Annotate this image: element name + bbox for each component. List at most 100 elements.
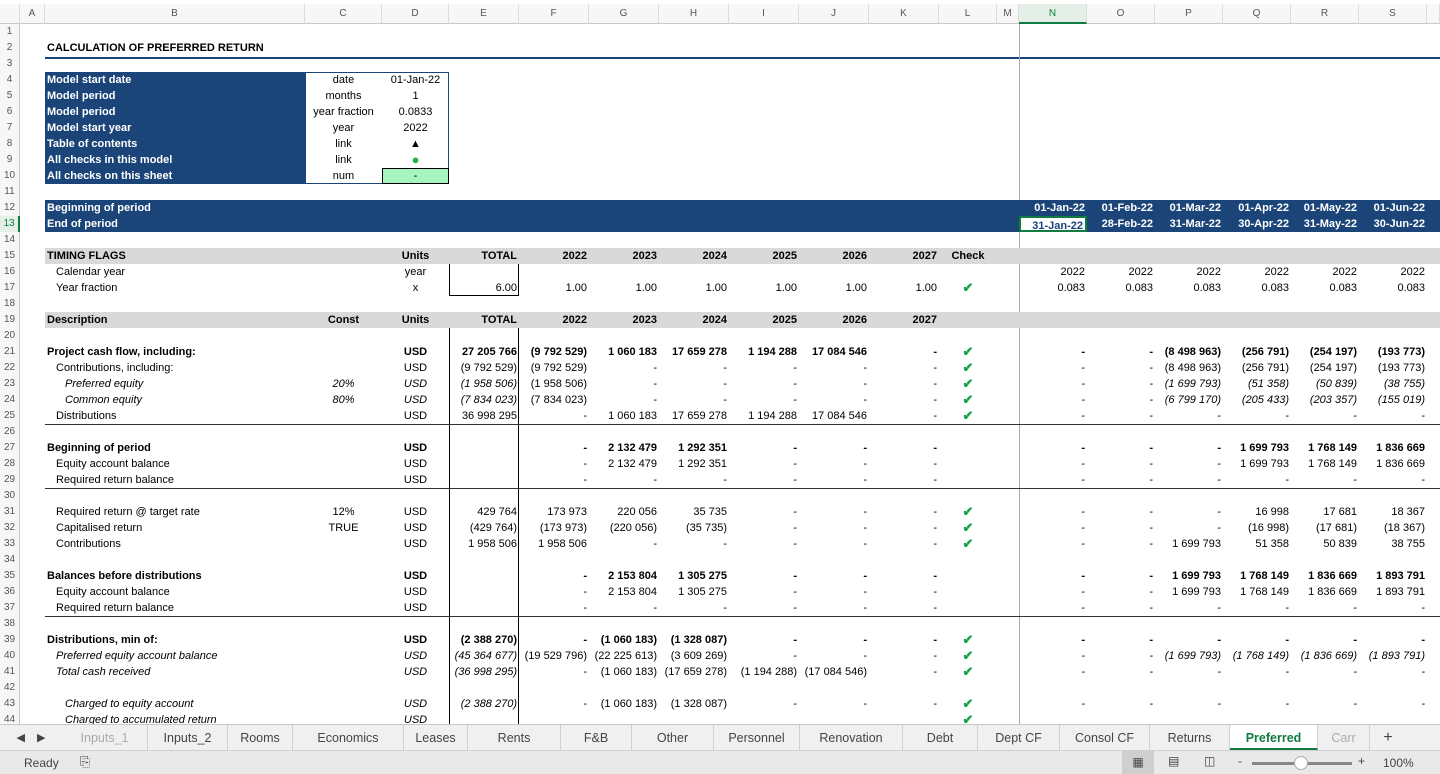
cell-h36[interactable]: 1 305 275 — [659, 584, 729, 600]
cell-f22[interactable]: (9 792 529) — [519, 360, 589, 376]
cell-g28[interactable]: 2 132 479 — [589, 456, 659, 472]
cell-p27[interactable]: - — [1155, 440, 1223, 456]
sheet-tab-leases[interactable]: Leases — [404, 725, 468, 750]
cell-n31[interactable]: - — [1019, 504, 1087, 520]
row-header-31[interactable]: 31 — [0, 504, 20, 520]
cell-s32[interactable]: (18 367) — [1359, 520, 1427, 536]
cell-b17[interactable]: Year fraction — [45, 280, 305, 296]
cell-g25[interactable]: 1 060 183 — [589, 408, 659, 424]
cell-d22[interactable]: USD — [382, 360, 449, 376]
cell-k23[interactable]: - — [869, 376, 939, 392]
row-header-25[interactable]: 25 — [0, 408, 20, 424]
cell-n43[interactable]: - — [1019, 696, 1087, 712]
cell-i33[interactable]: - — [729, 536, 799, 552]
cell-d10[interactable]: - — [382, 168, 449, 184]
cell-h21[interactable]: 17 659 278 — [659, 344, 729, 360]
cell-p35[interactable]: 1 699 793 — [1155, 568, 1223, 584]
cell-k31[interactable]: - — [869, 504, 939, 520]
cell-q16[interactable]: 2022 — [1223, 264, 1291, 280]
column-header-n[interactable]: N — [1019, 4, 1087, 24]
cell-g43[interactable]: (1 060 183) — [589, 696, 659, 712]
cell-b8[interactable]: Table of contents — [45, 136, 305, 152]
cell-j35[interactable]: - — [799, 568, 869, 584]
cell-o16[interactable]: 2022 — [1087, 264, 1155, 280]
cell-r27[interactable]: 1 768 149 — [1291, 440, 1359, 456]
column-header-p[interactable]: P — [1155, 4, 1223, 24]
cell-b22[interactable]: Contributions, including: — [45, 360, 305, 376]
row-header-27[interactable]: 27 — [0, 440, 20, 456]
cell-g31[interactable]: 220 056 — [589, 504, 659, 520]
cell-h27[interactable]: 1 292 351 — [659, 440, 729, 456]
row-header-10[interactable]: 10 — [0, 168, 20, 184]
cell-i32[interactable]: - — [729, 520, 799, 536]
row-header-18[interactable]: 18 — [0, 296, 20, 312]
cell-f23[interactable]: (1 958 506) — [519, 376, 589, 392]
cell-b37[interactable]: Required return balance — [45, 600, 305, 616]
cell-i17[interactable]: 1.00 — [729, 280, 799, 296]
cell-j17[interactable]: 1.00 — [799, 280, 869, 296]
cell-f19[interactable]: 2022 — [519, 312, 589, 328]
column-header-r[interactable]: R — [1291, 4, 1359, 24]
row-header-6[interactable]: 6 — [0, 104, 20, 120]
row-header-1[interactable]: 1 — [0, 24, 20, 40]
cell-c9[interactable]: link — [305, 152, 382, 168]
cell-h40[interactable]: (3 609 269) — [659, 648, 729, 664]
cell-i37[interactable]: - — [729, 600, 799, 616]
cell-i40[interactable]: - — [729, 648, 799, 664]
cell-q40[interactable]: (1 768 149) — [1223, 648, 1291, 664]
normal-view-icon[interactable]: ▦ — [1122, 751, 1154, 774]
row-header-26[interactable]: 26 — [0, 424, 20, 440]
cell-i43[interactable]: - — [729, 696, 799, 712]
cell-i21[interactable]: 1 194 288 — [729, 344, 799, 360]
cell-o32[interactable]: - — [1087, 520, 1155, 536]
cell-o22[interactable]: - — [1087, 360, 1155, 376]
cell-o21[interactable]: - — [1087, 344, 1155, 360]
checks-status-icon[interactable]: ● — [382, 152, 449, 168]
cell-o36[interactable]: - — [1087, 584, 1155, 600]
cell-k39[interactable]: - — [869, 632, 939, 648]
cell-o39[interactable]: - — [1087, 632, 1155, 648]
cell-r17[interactable]: 0.083 — [1291, 280, 1359, 296]
column-header-o[interactable]: O — [1087, 4, 1155, 24]
macro-record-icon[interactable]: ⎘ — [80, 754, 90, 770]
row-header-12[interactable]: 12 — [0, 200, 20, 216]
cell-p29[interactable]: - — [1155, 472, 1223, 488]
cell-d19[interactable]: Units — [382, 312, 449, 328]
cell-r33[interactable]: 50 839 — [1291, 536, 1359, 552]
cell-r25[interactable]: - — [1291, 408, 1359, 424]
cell-k35[interactable]: - — [869, 568, 939, 584]
sheet-tab-inputs-2[interactable]: Inputs_2 — [148, 725, 228, 750]
cell-f25[interactable]: - — [519, 408, 589, 424]
cell-r31[interactable]: 17 681 — [1291, 504, 1359, 520]
cell-f29[interactable]: - — [519, 472, 589, 488]
cell-i41[interactable]: (1 194 288) — [729, 664, 799, 680]
cell-b9[interactable]: All checks in this model — [45, 152, 305, 168]
row-header-7[interactable]: 7 — [0, 120, 20, 136]
cell-g33[interactable]: - — [589, 536, 659, 552]
sheet-tab-rooms[interactable]: Rooms — [228, 725, 293, 750]
cell-q35[interactable]: 1 768 149 — [1223, 568, 1291, 584]
row-header-39[interactable]: 39 — [0, 632, 20, 648]
cell-s40[interactable]: (1 893 791) — [1359, 648, 1427, 664]
cell-d32[interactable]: USD — [382, 520, 449, 536]
cell-p24[interactable]: (6 799 170) — [1155, 392, 1223, 408]
cell-e33[interactable]: 1 958 506 — [449, 536, 519, 552]
cell-e40[interactable]: (45 364 677) — [449, 648, 519, 664]
cell-f41[interactable]: - — [519, 664, 589, 680]
cell-p13[interactable]: 31-Mar-22 — [1155, 216, 1223, 232]
sheet-tab-inputs-1[interactable]: Inputs_1 — [62, 725, 148, 750]
cell-g32[interactable]: (220 056) — [589, 520, 659, 536]
sheet-tab-other[interactable]: Other — [632, 725, 714, 750]
cell-d6[interactable]: 0.0833 — [382, 104, 449, 120]
cell-d43[interactable]: USD — [382, 696, 449, 712]
cell-n16[interactable]: 2022 — [1019, 264, 1087, 280]
cell-r12[interactable]: 01-May-22 — [1291, 200, 1359, 216]
cell-g17[interactable]: 1.00 — [589, 280, 659, 296]
cell-s12[interactable]: 01-Jun-22 — [1359, 200, 1427, 216]
cell-c24[interactable]: 80% — [305, 392, 382, 408]
cell-q29[interactable]: - — [1223, 472, 1291, 488]
cell-s37[interactable]: - — [1359, 600, 1427, 616]
cell-q25[interactable]: - — [1223, 408, 1291, 424]
cell-n23[interactable]: - — [1019, 376, 1087, 392]
cell-n25[interactable]: - — [1019, 408, 1087, 424]
